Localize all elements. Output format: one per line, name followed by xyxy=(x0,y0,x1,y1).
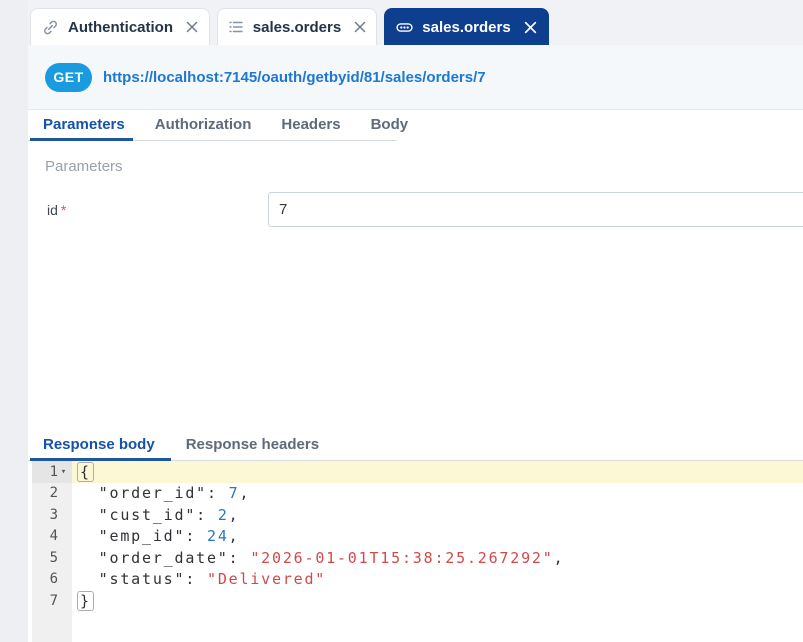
response-tabbar: Response body Response headers xyxy=(28,430,803,461)
code-text: "order_id": 7, xyxy=(98,484,251,503)
request-tabbar: Parameters Authorization Headers Body xyxy=(28,110,803,141)
close-icon[interactable] xyxy=(186,21,198,33)
code-line: 3 "cust_id": 2, xyxy=(32,504,803,526)
tab-headers[interactable]: Headers xyxy=(281,110,340,141)
code-text: "order_date": "2026-01-01T15:38:25.26729… xyxy=(98,548,565,567)
line-number: 4 xyxy=(49,528,58,545)
code-text: } xyxy=(72,590,803,612)
code-text: "cust_id": 2, xyxy=(98,505,240,524)
close-icon[interactable] xyxy=(524,21,537,34)
tab-response-body[interactable]: Response body xyxy=(43,430,155,460)
tab-response-headers[interactable]: Response headers xyxy=(186,430,319,460)
code-line: 4 "emp_id": 24, xyxy=(32,526,803,548)
code-line: 6 "status": "Delivered" xyxy=(32,569,803,591)
line-number: 5 xyxy=(49,549,58,566)
response-body-editor[interactable]: 1 ▾{2 "order_id": 7,3 "cust_id": 2,4 "emp… xyxy=(28,461,803,642)
required-asterisk: * xyxy=(60,202,67,218)
main-panel: Authentication sales.orders sales.orders… xyxy=(28,0,803,642)
tab-sales-orders-endpoint[interactable]: sales.orders xyxy=(384,8,549,45)
tab-authorization[interactable]: Authorization xyxy=(155,110,252,141)
close-icon[interactable] xyxy=(354,21,366,33)
active-tab-underline xyxy=(30,138,133,141)
request-url[interactable]: https://localhost:7145/oauth/getbyid/81/… xyxy=(103,69,486,86)
code-line: 2 "order_id": 7, xyxy=(32,483,803,505)
api-client-window: Authentication sales.orders sales.orders… xyxy=(0,0,803,642)
param-id-input[interactable] xyxy=(268,192,803,227)
tab-sales-orders-list[interactable]: sales.orders xyxy=(217,8,377,45)
http-method-badge: GET xyxy=(45,62,92,92)
list-icon xyxy=(228,19,244,35)
tab-parameters[interactable]: Parameters xyxy=(43,110,125,141)
document-tabbar: Authentication sales.orders sales.orders xyxy=(28,0,803,45)
line-number: 1 xyxy=(49,463,58,480)
tab-label: sales.orders xyxy=(422,18,511,36)
param-id-label: id * xyxy=(47,202,67,218)
line-number: 2 xyxy=(49,485,58,502)
code-line: 5 "order_date": "2026-01-01T15:38:25.267… xyxy=(32,547,803,569)
link-icon xyxy=(42,19,59,36)
code-text: { xyxy=(72,461,803,483)
connection-icon xyxy=(396,19,413,36)
tab-authentication[interactable]: Authentication xyxy=(30,8,210,45)
parameters-section-label: Parameters xyxy=(45,158,123,175)
code-lines: 1 ▾{2 "order_id": 7,3 "cust_id": 2,4 "emp… xyxy=(28,461,803,612)
tab-label: sales.orders xyxy=(252,18,342,36)
code-line: 7} xyxy=(32,590,803,612)
code-line: 1 ▾{ xyxy=(32,461,803,483)
code-text: "status": "Delivered" xyxy=(98,570,327,589)
parameter-row: id * xyxy=(28,192,803,228)
request-url-bar: GET https://localhost:7145/oauth/getbyid… xyxy=(28,45,803,110)
code-text: "emp_id": 24, xyxy=(98,527,240,546)
left-rail xyxy=(0,0,28,642)
line-number: 3 xyxy=(49,506,58,523)
tab-body[interactable]: Body xyxy=(371,110,409,141)
line-number: 6 xyxy=(49,571,58,588)
line-number: 7 xyxy=(49,592,58,609)
fold-caret-icon[interactable]: ▾ xyxy=(58,467,69,477)
tab-label: Authentication xyxy=(68,18,173,36)
